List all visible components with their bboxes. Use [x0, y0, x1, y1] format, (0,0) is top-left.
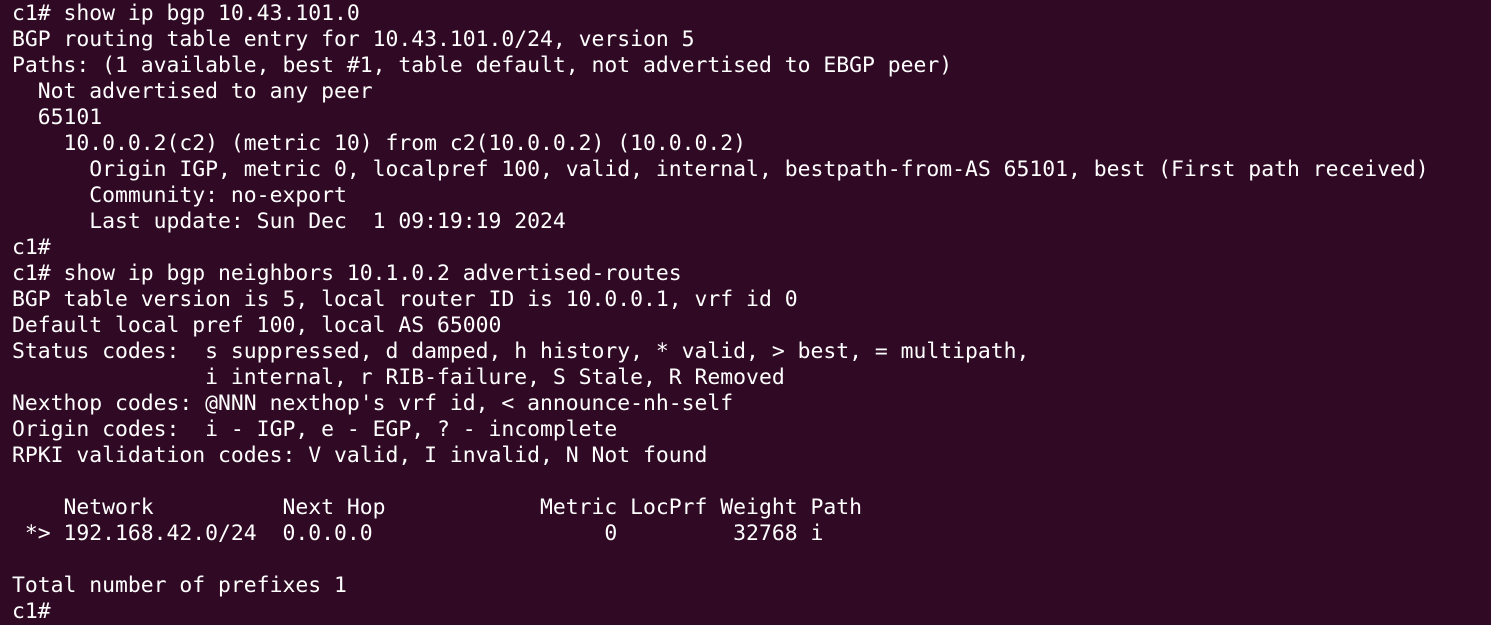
route-table-header: Network Next Hop Metric LocPrf Weight Pa…	[12, 495, 862, 520]
route-table-row: *> 192.168.42.0/24 0.0.0.0 0 32768 i	[12, 521, 824, 546]
terminal-window[interactable]: c1# show ip bgp 10.43.101.0 BGP routing …	[0, 0, 1491, 625]
output-line: Default local pref 100, local AS 65000	[12, 313, 502, 338]
output-line: Origin IGP, metric 0, localpref 100, val…	[12, 157, 1429, 182]
output-line: RPKI validation codes: V valid, I invali…	[12, 443, 708, 468]
output-line: Total number of prefixes 1	[12, 573, 347, 598]
output-line: 65101	[12, 105, 103, 130]
output-line: Nexthop codes: @NNN nexthop's vrf id, < …	[12, 391, 734, 416]
output-line: Origin codes: i - IGP, e - EGP, ? - inco…	[12, 417, 618, 442]
command-line-show-ip-bgp: c1# show ip bgp 10.43.101.0	[12, 1, 360, 26]
output-line: BGP routing table entry for 10.43.101.0/…	[12, 27, 695, 52]
command-line-show-neighbors: c1# show ip bgp neighbors 10.1.0.2 adver…	[12, 261, 682, 286]
output-line: Status codes: s suppressed, d damped, h …	[12, 339, 1030, 364]
prompt-line: c1#	[12, 235, 51, 260]
output-line: i internal, r RIB-failure, S Stale, R Re…	[12, 365, 785, 390]
output-line: Last update: Sun Dec 1 09:19:19 2024	[12, 209, 566, 234]
active-prompt-line[interactable]: c1#	[12, 599, 1491, 625]
prompt-text: c1#	[12, 599, 51, 624]
output-line: Paths: (1 available, best #1, table defa…	[12, 53, 953, 78]
output-line: BGP table version is 5, local router ID …	[12, 287, 798, 312]
output-line: Not advertised to any peer	[12, 79, 373, 104]
output-line: Community: no-export	[12, 183, 347, 208]
output-line: 10.0.0.2(c2) (metric 10) from c2(10.0.0.…	[12, 131, 747, 156]
text-cursor	[51, 601, 64, 623]
